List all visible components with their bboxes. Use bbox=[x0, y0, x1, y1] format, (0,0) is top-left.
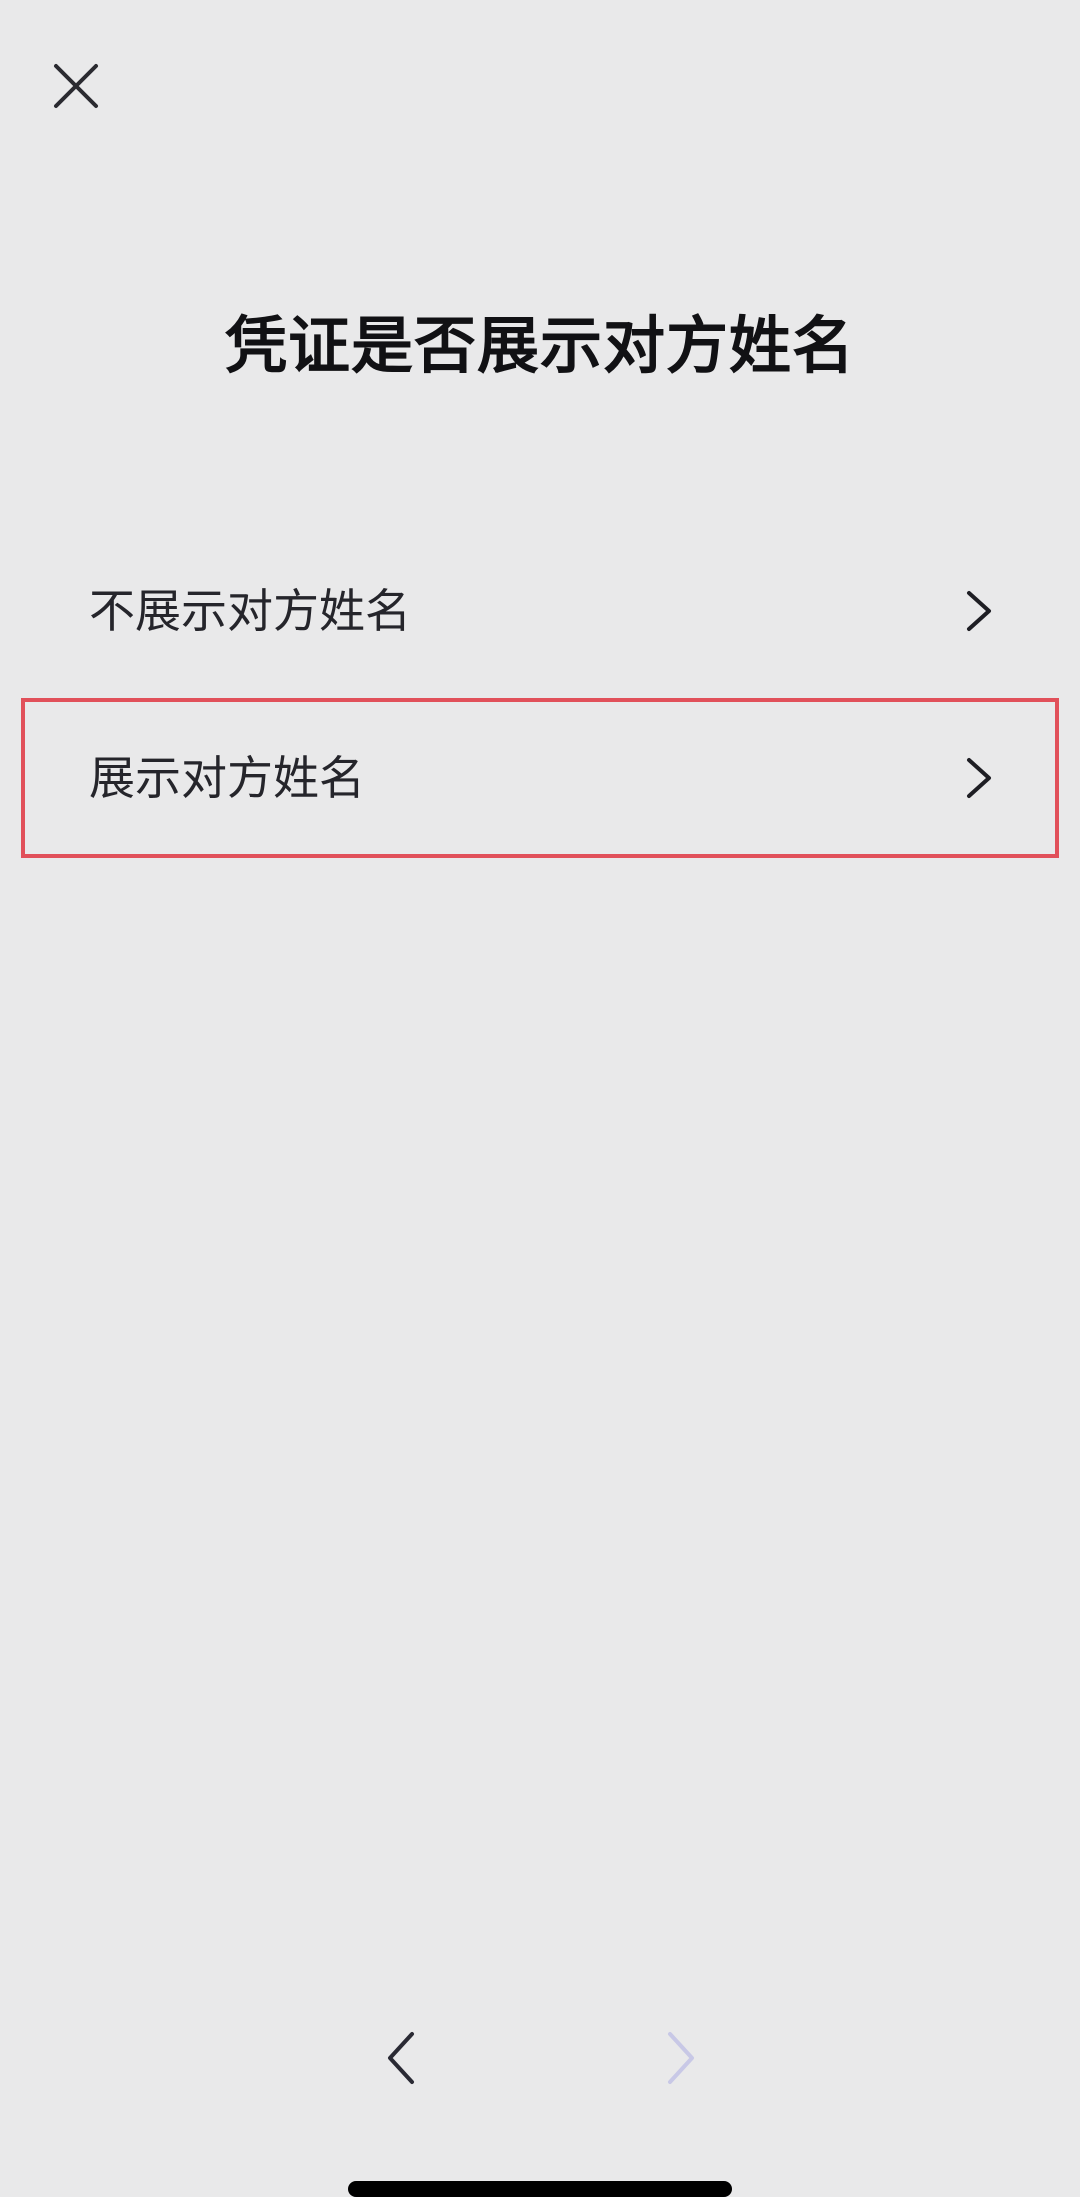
chevron-right-icon bbox=[668, 2032, 694, 2084]
chevron-left-icon bbox=[388, 2032, 414, 2084]
home-indicator[interactable] bbox=[348, 2181, 732, 2197]
close-icon bbox=[54, 64, 98, 108]
option-label: 不展示对方姓名 bbox=[89, 584, 411, 638]
page-title: 凭证是否展示对方姓名 bbox=[224, 309, 855, 382]
chevron-right-icon bbox=[967, 758, 991, 798]
chevron-right-icon bbox=[967, 591, 991, 631]
previous-button[interactable] bbox=[382, 2030, 422, 2086]
option-hide-name[interactable]: 不展示对方姓名 bbox=[21, 531, 1059, 691]
option-label: 展示对方姓名 bbox=[89, 751, 365, 805]
next-button[interactable] bbox=[660, 2030, 700, 2086]
close-button[interactable] bbox=[46, 56, 106, 116]
option-show-name[interactable]: 展示对方姓名 bbox=[21, 698, 1059, 858]
